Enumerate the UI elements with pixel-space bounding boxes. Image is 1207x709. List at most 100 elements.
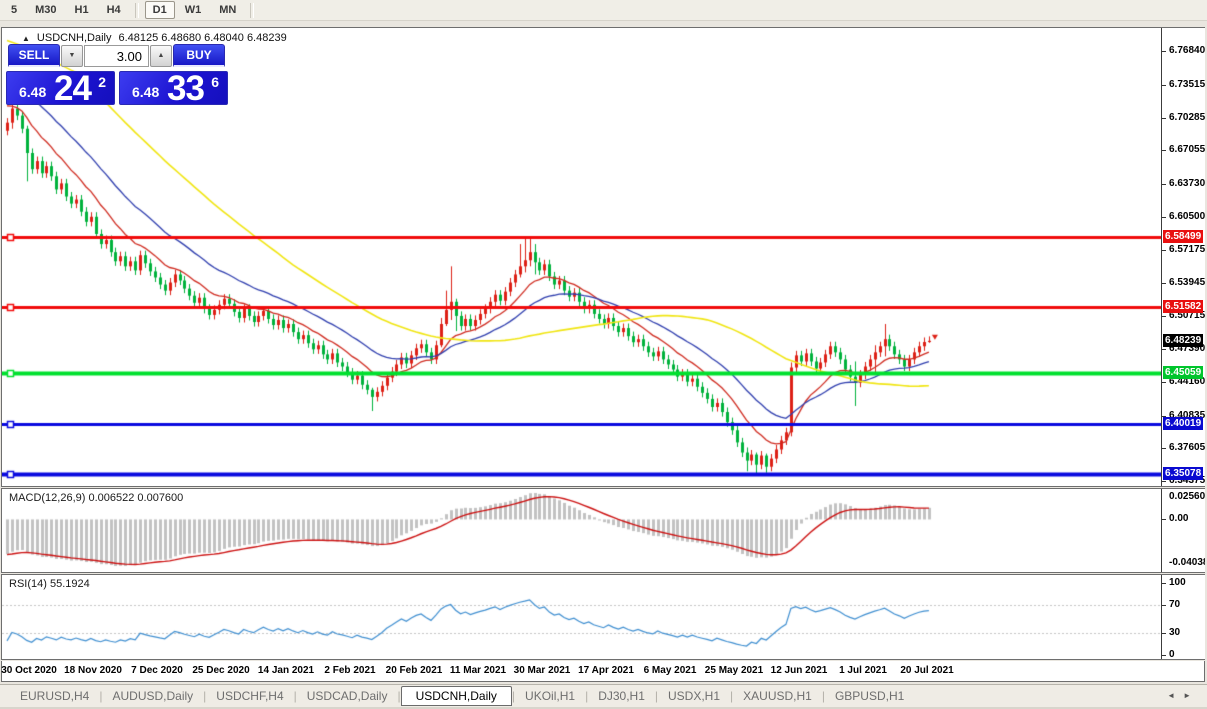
tab-ukoil-h1[interactable]: UKOil,H1 [515, 687, 585, 705]
price-tick [1162, 118, 1166, 119]
date-label: 17 Apr 2021 [578, 665, 634, 676]
macd-label: MACD(12,26,9) 0.006522 0.007600 [9, 492, 183, 504]
date-label: 12 Jun 2021 [771, 665, 828, 676]
date-label: 1 Jul 2021 [839, 665, 887, 676]
price-tick-label: 6.73515 [1169, 79, 1205, 90]
price-axis: 6.768406.735156.702856.670556.637306.605… [1161, 28, 1205, 486]
toolbar-item-w1[interactable]: W1 [177, 1, 210, 19]
sell-button[interactable]: SELL [8, 44, 60, 67]
toolbar-separator [250, 3, 254, 18]
toolbar-item-h4[interactable]: H4 [99, 1, 129, 19]
one-click-trade-panel: SELL ▼ ▲ BUY 6.48 24 2 6.48 33 6 [6, 44, 232, 106]
price-line-badge: 6.45059 [1163, 366, 1203, 379]
price-tick [1162, 217, 1166, 218]
macd-tick [1162, 519, 1166, 520]
rsi-tick [1162, 605, 1166, 606]
rsi-axis-label: 30 [1169, 627, 1180, 638]
toolbar-item-d1[interactable]: D1 [145, 1, 175, 19]
date-label: 20 Feb 2021 [386, 665, 443, 676]
price-chart-panel: ▲ USDCNH,Daily 6.48125 6.48680 6.48040 6… [1, 27, 1205, 487]
symbol-tabbar: EURUSD,H4|AUDUSD,Daily|USDCHF,H4|USDCAD,… [0, 684, 1207, 707]
rsi-tick [1162, 583, 1166, 584]
price-tick [1162, 283, 1166, 284]
buy-price-figure: 6.48 [132, 84, 159, 100]
sell-price-point: 2 [98, 74, 106, 90]
sell-price-box[interactable]: 6.48 24 2 [6, 71, 115, 105]
volume-input[interactable] [84, 45, 149, 67]
sell-price-figure: 6.48 [19, 84, 46, 100]
buy-price-pips: 33 [167, 69, 204, 109]
tab-usdcad-daily[interactable]: USDCAD,Daily [297, 687, 398, 705]
date-label: 30 Oct 2020 [1, 665, 57, 676]
price-tick-label: 6.70285 [1169, 112, 1205, 123]
macd-axis-label: 0.025609 [1169, 491, 1205, 502]
rsi-axis: 10070300 [1161, 575, 1205, 659]
toolbar-item-mn[interactable]: MN [211, 1, 244, 19]
price-tick [1162, 349, 1166, 350]
tab-usdchf-h4[interactable]: USDCHF,H4 [206, 687, 293, 705]
macd-axis: 0.025609 0.00 -0.04038 [1161, 489, 1205, 572]
date-label: 30 Mar 2021 [514, 665, 571, 676]
tab-usdcnh-daily[interactable]: USDCNH,Daily [401, 686, 512, 706]
price-line-badge: 6.48239 [1163, 334, 1203, 347]
price-tick-label: 6.57175 [1169, 244, 1205, 255]
price-tick [1162, 316, 1166, 317]
volume-decrease-button[interactable]: ▼ [61, 45, 83, 67]
price-tick [1162, 448, 1166, 449]
price-tick-label: 6.76840 [1169, 45, 1205, 56]
macd-axis-label: -0.04038 [1169, 557, 1205, 568]
price-tick [1162, 150, 1166, 151]
buy-price-box[interactable]: 6.48 33 6 [119, 71, 228, 105]
date-label: 2 Feb 2021 [324, 665, 375, 676]
macd-axis-label: 0.00 [1169, 513, 1188, 524]
price-tick [1162, 382, 1166, 383]
date-label: 6 May 2021 [644, 665, 697, 676]
timeframe-toolbar: 5M30H1H4 D1W1MN [0, 0, 1207, 21]
date-label: 25 Dec 2020 [192, 665, 249, 676]
one-click-panel-toggle-icon[interactable]: ▲ [22, 34, 30, 43]
toolbar-item-5[interactable]: 5 [3, 1, 25, 19]
rsi-label: RSI(14) 55.1924 [9, 578, 90, 590]
chart-ohlc-values: 6.48125 6.48680 6.48040 6.48239 [118, 32, 286, 44]
date-label: 18 Nov 2020 [64, 665, 122, 676]
tab-audusd-daily[interactable]: AUDUSD,Daily [102, 687, 203, 705]
price-tick-label: 6.37605 [1169, 442, 1205, 453]
date-axis: 30 Oct 2020 18 Nov 2020 7 Dec 2020 25 Dec 2… [1, 661, 1205, 682]
mt4-window: 5M30H1H4 D1W1MN ▲ USDCNH,Daily 6.48125 6.… [0, 0, 1207, 709]
price-tick-label: 6.63730 [1169, 178, 1205, 189]
buy-price-point: 6 [211, 74, 219, 90]
macd-panel: MACD(12,26,9) 0.006522 0.007600 0.025609… [1, 488, 1205, 573]
price-tick [1162, 250, 1166, 251]
tab-eurusd-h4[interactable]: EURUSD,H4 [10, 687, 99, 705]
price-tick-label: 6.60500 [1169, 211, 1205, 222]
rsi-axis-label: 70 [1169, 599, 1180, 610]
rsi-tick [1162, 633, 1166, 634]
chart-symbol-label: USDCNH,Daily [37, 32, 112, 44]
date-label: 11 Mar 2021 [450, 665, 506, 676]
price-line-badge: 6.35078 [1163, 467, 1203, 480]
date-label: 7 Dec 2020 [131, 665, 183, 676]
tab-scroll-right-icon[interactable]: ► [1183, 691, 1191, 700]
volume-increase-button[interactable]: ▲ [150, 45, 172, 67]
price-tick-label: 6.53945 [1169, 277, 1205, 288]
rsi-axis-label: 0 [1169, 649, 1175, 659]
date-label: 25 May 2021 [705, 665, 763, 676]
tab-scroll-left-icon[interactable]: ◄ [1167, 691, 1175, 700]
toolbar-item-h1[interactable]: H1 [67, 1, 97, 19]
buy-button[interactable]: BUY [173, 44, 225, 67]
tab-usdx-h1[interactable]: USDX,H1 [658, 687, 730, 705]
tab-dj30-h1[interactable]: DJ30,H1 [588, 687, 655, 705]
rsi-canvas[interactable] [2, 575, 1162, 659]
price-line-badge: 6.40019 [1163, 417, 1203, 430]
toolbar-separator [135, 3, 139, 18]
chart-title: ▲ USDCNH,Daily 6.48125 6.48680 6.48040 6… [22, 32, 287, 44]
price-tick [1162, 184, 1166, 185]
toolbar-item-m30[interactable]: M30 [27, 1, 64, 19]
tab-gbpusd-h1[interactable]: GBPUSD,H1 [825, 687, 914, 705]
date-label: 20 Jul 2021 [900, 665, 953, 676]
price-line-badge: 6.51582 [1163, 300, 1203, 313]
tab-xauusd-h1[interactable]: XAUUSD,H1 [733, 687, 822, 705]
price-line-badge: 6.58499 [1163, 230, 1203, 243]
rsi-tick [1162, 655, 1166, 656]
price-tick [1162, 51, 1166, 52]
